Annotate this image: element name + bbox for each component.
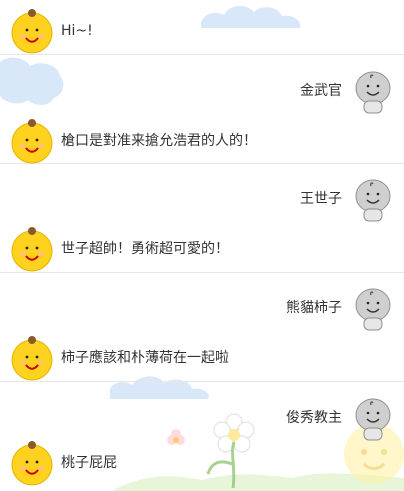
yellow-bun-avatar xyxy=(9,118,55,164)
chat-message-left: 桃子屁屁 xyxy=(0,440,117,486)
message-text: 世子超帥！勇術超可愛的！ xyxy=(61,241,229,257)
divider xyxy=(0,381,404,382)
message-text: Hi~! xyxy=(61,23,93,39)
yellow-bun-avatar xyxy=(9,226,55,272)
chat-message-right: 王世子 xyxy=(300,176,404,222)
cloud-decoration-left xyxy=(0,57,64,105)
cloud-decoration-top xyxy=(201,5,301,29)
chat-message-right: 金武官 xyxy=(300,68,404,114)
chat-message-left: 槍口是對准来搶允浩君的人的！ xyxy=(0,118,257,164)
message-text: 桃子屁屁 xyxy=(61,455,117,471)
gray-doodle-avatar xyxy=(350,285,396,331)
sender-name: 金武官 xyxy=(300,83,342,99)
divider xyxy=(0,272,404,273)
divider xyxy=(0,54,404,55)
message-text: 柿子應該和朴薄荷在一起啦 xyxy=(61,350,229,366)
sender-name: 俊秀教主 xyxy=(286,410,342,426)
chat-message-right: 俊秀教主 xyxy=(286,395,404,441)
chat-message-left: Hi~! xyxy=(0,8,93,54)
message-text: 槍口是對准来搶允浩君的人的！ xyxy=(61,133,257,149)
chat-message-left: 世子超帥！勇術超可愛的！ xyxy=(0,226,229,272)
sender-name: 王世子 xyxy=(300,191,342,207)
gray-doodle-avatar xyxy=(350,68,396,114)
sender-name: 熊貓柿子 xyxy=(286,300,342,316)
chat-message-right: 熊貓柿子 xyxy=(286,285,404,331)
gray-doodle-avatar xyxy=(350,395,396,441)
gray-doodle-avatar xyxy=(350,176,396,222)
yellow-bun-avatar xyxy=(9,8,55,54)
yellow-bun-avatar xyxy=(9,335,55,381)
chat-message-left: 柿子應該和朴薄荷在一起啦 xyxy=(0,335,229,381)
yellow-bun-avatar xyxy=(9,440,55,486)
